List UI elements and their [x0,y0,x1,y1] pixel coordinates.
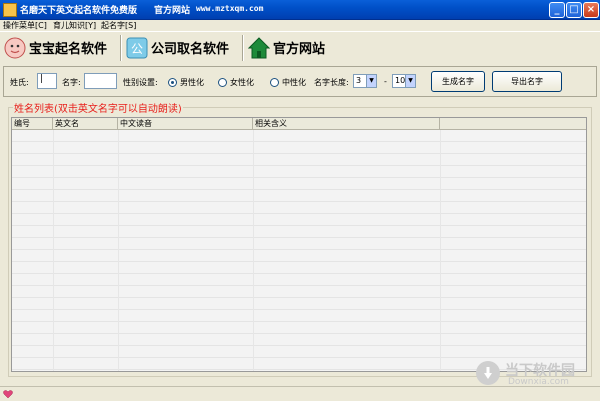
settings-panel: 姓氏: | 名字: 性别设置: 男性化 女性化 中性化 名字长度: 3 ▼ - … [3,66,597,97]
minimize-button[interactable]: _ [549,2,565,18]
length-max-select[interactable]: 10 ▼ [392,74,416,88]
length-min-select[interactable]: 3 ▼ [353,74,377,88]
surname-input[interactable]: | [37,73,57,89]
column-header-number[interactable]: 编号 [12,118,53,130]
column-divider [440,130,441,371]
official-site-button[interactable]: 官方网站 [248,34,325,61]
gender-male-label[interactable]: 男性化 [180,77,204,88]
given-name-label: 名字: [62,78,81,87]
title-site-link: 官方网站 [154,6,191,16]
title-bar: 名磨天下英文起名软件免费版 官方网站 www.mztxqm.com _ □ × [0,0,600,20]
toolbar-divider [120,35,122,61]
generate-names-button[interactable]: 生成名字 [431,71,485,92]
column-header-english-name[interactable]: 英文名 [53,118,118,130]
baby-naming-button[interactable]: 宝宝起名软件 [4,34,107,61]
column-divider [253,130,254,371]
gender-male-radio[interactable] [168,78,177,87]
gender-female-label[interactable]: 女性化 [230,77,254,88]
menu-parenting[interactable]: 育儿知识[Y] [53,20,96,31]
length-dash: - [384,77,387,86]
name-list-table[interactable]: 编号 英文名 中文读音 相关含义 [11,117,587,372]
export-names-button[interactable]: 导出名字 [492,71,562,92]
home-icon [248,36,270,58]
company-icon: 公 [126,37,148,58]
window-title: 名磨天下英文起名软件免费版 [20,6,138,16]
gender-neutral-label[interactable]: 中性化 [282,77,306,88]
gender-neutral-radio[interactable] [270,78,279,87]
length-label: 名字长度: [314,78,349,87]
column-divider [53,130,54,371]
length-max-value: 10 [395,76,406,85]
menu-bar: 操作菜单[C] 育儿知识[Y] 起名字[S] [0,20,600,31]
given-name-input[interactable] [84,73,117,89]
menu-operations[interactable]: 操作菜单[C] [3,20,47,31]
toolbar: 宝宝起名软件 公 公司取名软件 官方网站 [0,31,600,64]
baby-naming-label: 宝宝起名软件 [29,42,108,57]
column-divider [118,130,119,371]
official-site-label: 官方网站 [273,42,326,57]
name-list-title: 姓名列表(双击英文名字可以自动朗读) [13,100,183,115]
chevron-down-icon[interactable]: ▼ [405,75,415,87]
svg-text:公: 公 [131,42,143,56]
download-arrow-icon [484,367,492,379]
table-header: 编号 英文名 中文读音 相关含义 [12,118,586,130]
length-min-value: 3 [356,76,362,85]
company-naming-label: 公司取名软件 [151,42,230,57]
heart-icon [3,390,13,399]
menu-naming[interactable]: 起名字[S] [101,20,136,31]
maximize-button[interactable]: □ [566,2,582,18]
gender-label: 性别设置: [123,78,158,87]
baby-icon [4,37,26,58]
chevron-down-icon[interactable]: ▼ [366,75,376,87]
surname-label: 姓氏: [10,78,29,87]
close-button[interactable]: × [583,2,599,18]
app-icon [3,3,17,17]
status-bar [0,386,600,401]
title-url: www.mztxqm.com [196,4,264,13]
column-header-pronunciation[interactable]: 中文读音 [118,118,253,130]
column-header-meaning[interactable]: 相关含义 [253,118,440,130]
table-body [12,130,586,371]
toolbar-divider [242,35,244,61]
company-naming-button[interactable]: 公 公司取名软件 [126,34,229,61]
gender-female-radio[interactable] [218,78,227,87]
